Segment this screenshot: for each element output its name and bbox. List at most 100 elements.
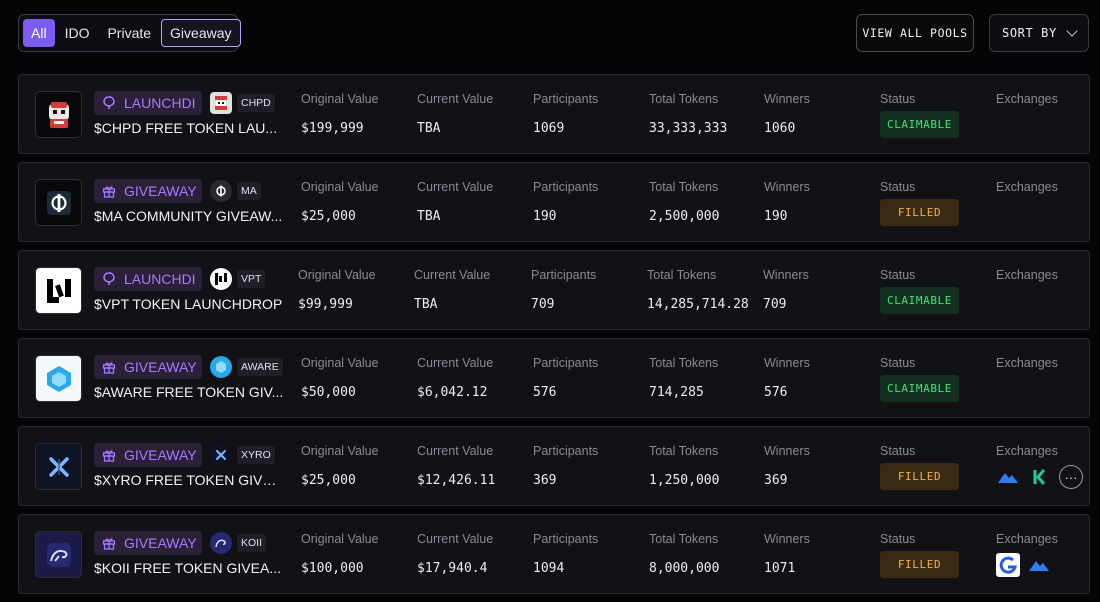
total-tokens-label: Total Tokens bbox=[649, 92, 719, 106]
participants-label: Participants bbox=[531, 268, 597, 282]
pool-name[interactable]: $KOII FREE TOKEN GIVEA... bbox=[94, 560, 284, 576]
status-badge: CLAIMABLE bbox=[880, 287, 959, 314]
original-value-label: Original Value bbox=[301, 92, 379, 106]
pool-row-ma[interactable]: GIVEAWAY MA $MA COMMUNITY GIVEAW... Orig… bbox=[18, 162, 1090, 242]
original-value: $25,000 bbox=[301, 209, 356, 224]
pool-name[interactable]: $MA COMMUNITY GIVEAW... bbox=[94, 208, 284, 224]
exchanges-label: Exchanges bbox=[996, 532, 1058, 546]
status-badge: FILLED bbox=[880, 551, 959, 578]
pool-name[interactable]: $VPT TOKEN LAUNCHDROP bbox=[94, 296, 294, 312]
status-label: Status bbox=[880, 268, 916, 282]
exchanges-label: Exchanges bbox=[996, 444, 1058, 458]
token-symbol: CHPD bbox=[237, 94, 275, 112]
status-badge: FILLED bbox=[880, 199, 959, 226]
pool-name[interactable]: $AWARE FREE TOKEN GIV... bbox=[94, 384, 284, 400]
participants-label: Participants bbox=[533, 444, 599, 458]
total-tokens-label: Total Tokens bbox=[649, 180, 719, 194]
participants-label: Participants bbox=[533, 180, 599, 194]
participants-label: Participants bbox=[533, 92, 599, 106]
current-value-label: Current Value bbox=[417, 356, 494, 370]
gift-icon bbox=[102, 538, 116, 550]
gift-icon bbox=[102, 186, 116, 198]
current-value-label: Current Value bbox=[417, 444, 494, 458]
view-all-pools-button[interactable]: VIEW ALL POOLS bbox=[856, 14, 974, 52]
gate-exchange-icon[interactable] bbox=[996, 553, 1020, 577]
winners-value: 190 bbox=[764, 209, 788, 224]
winners-label: Winners bbox=[764, 180, 810, 194]
participants-label: Participants bbox=[533, 356, 599, 370]
koii-token-icon bbox=[210, 532, 232, 554]
total-tokens-label: Total Tokens bbox=[649, 356, 719, 370]
original-value-label: Original Value bbox=[301, 356, 379, 370]
winners-label: Winners bbox=[763, 268, 809, 282]
winners-label: Winners bbox=[764, 532, 810, 546]
more-icon: ··· bbox=[1064, 469, 1078, 485]
pool-row-aware[interactable]: GIVEAWAY AWARE $AWARE FREE TOKEN GIV... … bbox=[18, 338, 1090, 418]
sort-by-dropdown[interactable]: SORT BY bbox=[989, 14, 1089, 52]
token-symbol: VPT bbox=[237, 270, 266, 288]
exchanges-label: Exchanges bbox=[996, 92, 1058, 106]
current-value-label: Current Value bbox=[417, 92, 494, 106]
status-label: Status bbox=[880, 92, 916, 106]
total-tokens-value: 714,285 bbox=[649, 385, 704, 400]
filter-tab-giveaway[interactable]: Giveaway bbox=[161, 19, 241, 47]
winners-value: 576 bbox=[764, 385, 788, 400]
winners-value: 1071 bbox=[764, 561, 796, 576]
original-value: $50,000 bbox=[301, 385, 356, 400]
exchanges-label: Exchanges bbox=[996, 356, 1058, 370]
pool-row-koii[interactable]: GIVEAWAY KOII $KOII FREE TOKEN GIVEA... … bbox=[18, 514, 1090, 594]
blue-mountain-exchange-icon[interactable] bbox=[996, 465, 1020, 489]
participants-value: 576 bbox=[533, 385, 557, 400]
total-tokens-value: 1,250,000 bbox=[649, 473, 720, 488]
total-tokens-label: Total Tokens bbox=[647, 268, 717, 282]
filter-tab-private[interactable]: Private bbox=[99, 19, 159, 47]
more-exchanges-button[interactable]: ··· bbox=[1059, 465, 1083, 489]
current-value: TBA bbox=[417, 121, 441, 136]
blue-mountain-exchange-icon[interactable] bbox=[1027, 553, 1051, 577]
chevron-down-icon bbox=[1066, 25, 1078, 37]
vpt-project-logo bbox=[35, 267, 82, 314]
current-value: $12,426.11 bbox=[417, 473, 496, 488]
filter-tab-all[interactable]: All bbox=[23, 19, 55, 47]
status-badge: CLAIMABLE bbox=[880, 375, 959, 402]
gift-icon bbox=[102, 450, 116, 462]
winners-label: Winners bbox=[764, 444, 810, 458]
status-badge: FILLED bbox=[880, 463, 959, 490]
original-value-label: Original Value bbox=[301, 532, 379, 546]
original-value-label: Original Value bbox=[301, 180, 379, 194]
gift-icon bbox=[102, 362, 116, 374]
xyro-token-icon bbox=[210, 444, 232, 466]
kucoin-exchange-icon[interactable] bbox=[1027, 465, 1051, 489]
pool-name[interactable]: $XYRO FREE TOKEN GIVEA... bbox=[94, 472, 284, 488]
pool-type-badge: LAUNCHDI bbox=[94, 267, 202, 291]
status-label: Status bbox=[880, 180, 916, 194]
pool-row-vpt[interactable]: LAUNCHDI VPT $VPT TOKEN LAUNCHDROP Origi… bbox=[18, 250, 1090, 330]
pool-type-badge: GIVEAWAY bbox=[94, 355, 202, 379]
pool-row-xyro[interactable]: GIVEAWAY XYRO $XYRO FREE TOKEN GIVEA... … bbox=[18, 426, 1090, 506]
filter-tab-ido[interactable]: IDO bbox=[57, 19, 98, 47]
sort-by-label: SORT BY bbox=[1002, 26, 1057, 40]
current-value-label: Current Value bbox=[417, 532, 494, 546]
pool-row-chpd[interactable]: LAUNCHDI CHPD $CHPD FREE TOKEN LAU... Or… bbox=[18, 74, 1090, 154]
total-tokens-value: 33,333,333 bbox=[649, 121, 728, 136]
winners-value: 709 bbox=[763, 297, 787, 312]
original-value: $99,999 bbox=[298, 297, 353, 312]
ma-token-icon bbox=[210, 180, 232, 202]
winners-value: 369 bbox=[764, 473, 788, 488]
current-value: TBA bbox=[417, 209, 441, 224]
participants-value: 1094 bbox=[533, 561, 565, 576]
current-value: TBA bbox=[414, 297, 438, 312]
winners-label: Winners bbox=[764, 92, 810, 106]
total-tokens-label: Total Tokens bbox=[649, 444, 719, 458]
original-value: $199,999 bbox=[301, 121, 364, 136]
participants-label: Participants bbox=[533, 532, 599, 546]
original-value-label: Original Value bbox=[298, 268, 376, 282]
exchanges-label: Exchanges bbox=[996, 268, 1058, 282]
pool-type-badge: GIVEAWAY bbox=[94, 179, 202, 203]
chpd-project-logo bbox=[35, 91, 82, 138]
ma-project-logo bbox=[35, 179, 82, 226]
balloon-icon bbox=[103, 96, 115, 109]
status-label: Status bbox=[880, 444, 916, 458]
current-value: $17,940.4 bbox=[417, 561, 488, 576]
pool-name[interactable]: $CHPD FREE TOKEN LAU... bbox=[94, 120, 284, 136]
